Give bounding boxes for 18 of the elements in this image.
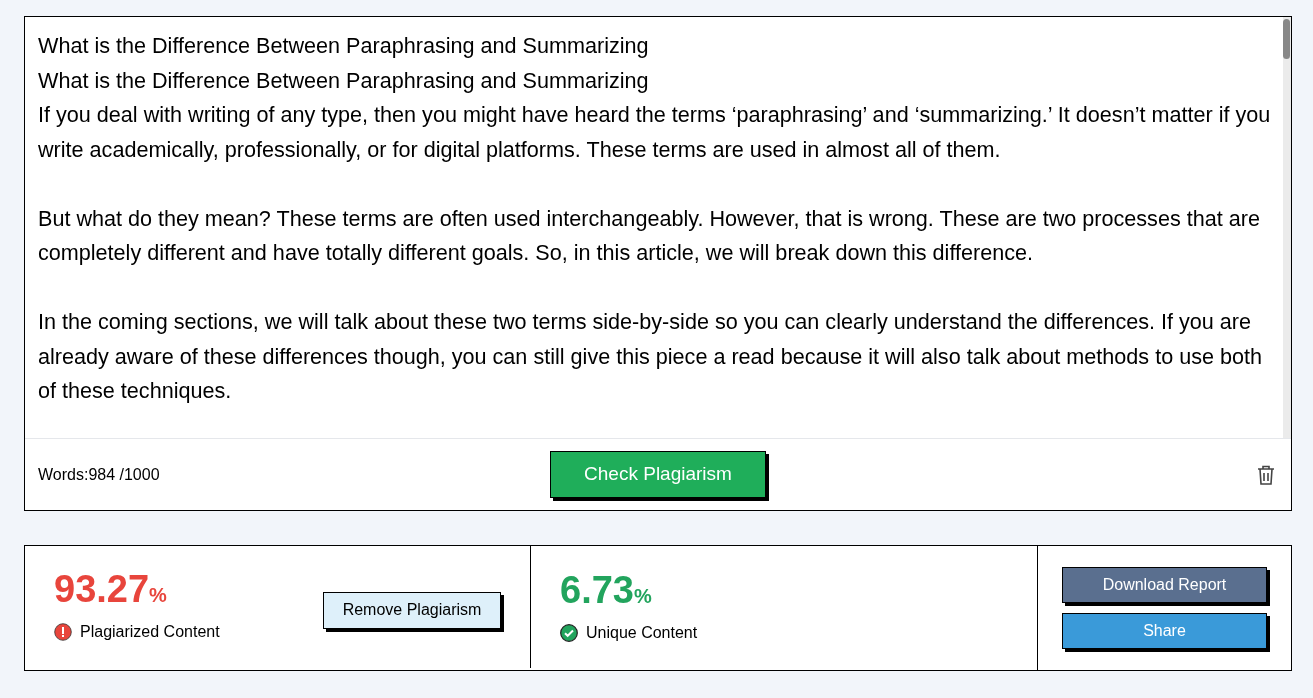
alert-icon xyxy=(54,623,72,641)
text-paragraph: What is the Difference Between Paraphrasing and Summarizing xyxy=(38,66,650,95)
check-plagiarism-button[interactable]: Check Plagiarism xyxy=(550,451,766,498)
scrollbar[interactable] xyxy=(1283,17,1291,438)
action-button[interactable]: Share xyxy=(1062,613,1267,649)
unique-percentage: 6.73% xyxy=(560,571,653,609)
check-circle-icon xyxy=(560,624,578,642)
word-count: Words:984 /1000 xyxy=(38,464,160,485)
remove-plagiarism-button[interactable]: Remove Plagiarism xyxy=(323,591,501,629)
text-paragraph: But what do they mean? These terms are often used interchangeably. However, that is wrong. These are two processes that are completely different and have totally different goals. So, in this article, we will break down this difference. xyxy=(38,204,1261,267)
trash-icon[interactable] xyxy=(1256,463,1276,486)
action-button[interactable]: Download Report xyxy=(1062,567,1267,603)
text-paragraph: What is the Difference Between Paraphrasing and Summarizing xyxy=(38,32,650,60)
plagiarized-label: Plagiarized Content xyxy=(80,622,220,642)
plagiarized-percentage: 93.27% xyxy=(54,570,168,608)
unique-label: Unique Content xyxy=(586,623,698,643)
text-paragraph: If you deal with writing of any type, then you might have heard the terms ‘paraphrasing’ and ‘summarizing.’ It doesn’t matter if you write academically, professionally, or for digital platforms. These terms are used in almost all of them. xyxy=(38,101,1272,164)
text-paragraph: In the coming sections, we will talk about these two terms side-by-side so you can clearly understand the differences. If you are already aware of these differences though, you can still give this piece a read because it will also talk about methods to use both of these techniques. xyxy=(38,308,1263,405)
